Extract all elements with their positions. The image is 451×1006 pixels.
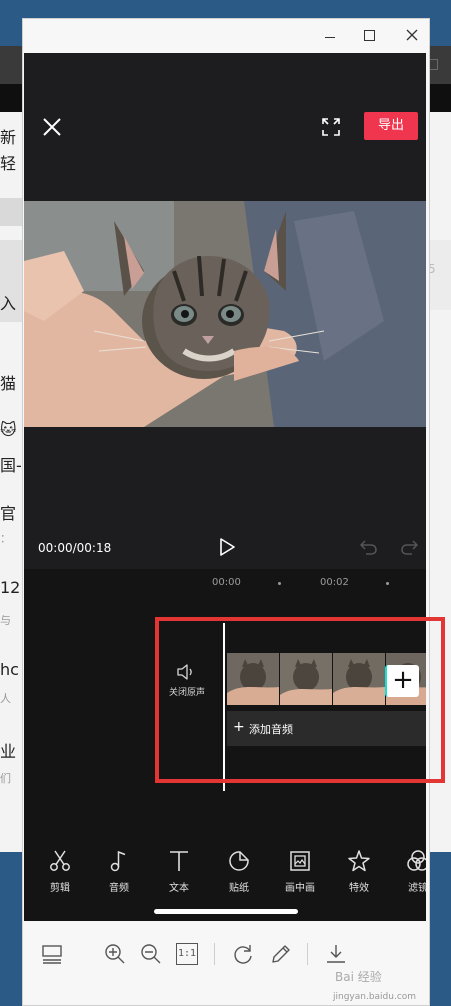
tool-picture-in-picture[interactable]: 画中画 [272, 849, 328, 894]
watermark-url: jingyan.baidu.com [333, 992, 417, 1002]
tool-sticker[interactable]: 贴纸 [211, 849, 267, 894]
export-button[interactable]: 导出 [364, 112, 418, 140]
undo-icon[interactable] [360, 538, 378, 556]
layout-icon[interactable] [41, 943, 63, 965]
kitten-video-frame [24, 201, 426, 427]
tool-label: 特效 [349, 883, 369, 894]
background-text-fragment: ： [0, 532, 11, 545]
background-text-fragment: 入 [0, 294, 17, 313]
actual-size-icon[interactable]: 1:1 [176, 943, 198, 965]
tool-edit[interactable]: 剪辑 [32, 849, 88, 894]
tool-filter[interactable]: 滤镜 [390, 849, 426, 894]
ruler-label-2: 00:02 [320, 577, 349, 588]
tool-label: 文本 [169, 883, 189, 894]
background-text-fragment: 猫 [0, 374, 17, 393]
editor-top-bar: 导出 [24, 53, 426, 201]
scissors-icon [50, 850, 70, 871]
tool-label: 贴纸 [229, 883, 249, 894]
rotate-icon[interactable] [232, 943, 254, 965]
highlight-annotation-frame [155, 617, 445, 783]
picture-in-picture-icon [290, 851, 310, 871]
home-indicator [154, 909, 298, 914]
ruler-dot [278, 582, 281, 585]
ruler-dot [386, 582, 389, 585]
minimize-button[interactable] [319, 25, 341, 45]
tool-text[interactable]: 文本 [151, 849, 207, 894]
toolbar-divider [214, 943, 215, 965]
background-text-fragment: 人 [0, 692, 11, 705]
maximize-button[interactable] [358, 25, 380, 45]
pen-icon[interactable] [270, 943, 292, 965]
background-text-fragment: 新 [0, 128, 17, 147]
close-window-button[interactable] [401, 25, 423, 45]
app-window: 导出 00:00/00:18 00:00 00:02 关闭原声 + + 添加音频… [22, 18, 430, 1006]
background-text-fragment: 12 [0, 578, 21, 597]
tool-label: 音频 [109, 883, 129, 894]
background-text-fragment: 🐱 [0, 420, 17, 439]
background-text-fragment: 轻 [0, 154, 17, 173]
watermark-logo: Bai 经验 [335, 970, 382, 984]
fullscreen-icon[interactable] [321, 117, 341, 137]
video-editor-app: 导出 00:00/00:18 00:00 00:02 关闭原声 + + 添加音频… [24, 53, 426, 921]
window-titlebar [23, 19, 429, 53]
background-text-fragment: 国- [0, 456, 22, 475]
video-preview[interactable] [24, 201, 426, 427]
redo-icon[interactable] [400, 538, 418, 556]
tool-audio[interactable]: 音频 [91, 849, 147, 894]
tool-label: 剪辑 [50, 883, 70, 894]
music-note-icon [110, 850, 126, 872]
filter-icon [407, 850, 426, 871]
tool-effects[interactable]: 特效 [331, 849, 387, 894]
background-input [0, 198, 24, 226]
ruler-label-0: 00:00 [212, 577, 241, 588]
time-display: 00:00/00:18 [38, 541, 112, 555]
download-icon[interactable] [325, 943, 347, 965]
sticker-icon [229, 851, 249, 871]
play-icon[interactable] [218, 538, 236, 556]
close-icon [406, 29, 418, 41]
background-text-fragment: 官 [0, 504, 17, 523]
toolbar-divider [307, 943, 308, 965]
tool-label: 滤镜 [408, 883, 426, 894]
text-icon [170, 851, 188, 871]
background-text-fragment: 们 [0, 772, 11, 785]
background-text-fragment: hc [0, 660, 19, 679]
close-editor-icon[interactable] [42, 117, 62, 137]
background-text-fragment: 业 [0, 742, 17, 761]
tool-label: 画中画 [285, 883, 315, 894]
effects-star-icon [348, 850, 370, 872]
background-text-fragment: 与 [0, 614, 11, 627]
zoom-out-icon[interactable] [140, 943, 162, 965]
zoom-in-icon[interactable] [104, 943, 126, 965]
